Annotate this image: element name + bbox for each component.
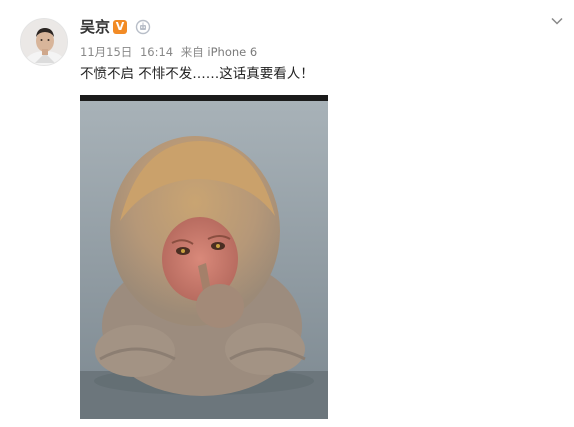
monkey-photo	[80, 101, 328, 419]
source-prefix: 来自	[180, 45, 204, 59]
avatar-image	[21, 19, 67, 65]
post-date[interactable]: 11月15日	[80, 45, 132, 59]
weibo-post: 吴京 V 11月15日 16:14 来自 iPhone 6 不愤不启 不悱不发……	[0, 0, 574, 427]
post-meta: 11月15日 16:14 来自 iPhone 6	[80, 45, 261, 59]
post-image[interactable]	[80, 95, 328, 419]
source-device[interactable]: iPhone 6	[207, 45, 257, 59]
avatar[interactable]	[20, 18, 68, 66]
post-time[interactable]: 16:14	[140, 45, 173, 59]
member-robot-icon[interactable]	[135, 19, 151, 35]
post-text: 不愤不启 不悱不发……这话真要看人！	[80, 66, 314, 82]
username[interactable]: 吴京	[80, 18, 110, 36]
verified-badge: V	[113, 20, 127, 34]
chevron-down-icon[interactable]	[550, 14, 564, 28]
